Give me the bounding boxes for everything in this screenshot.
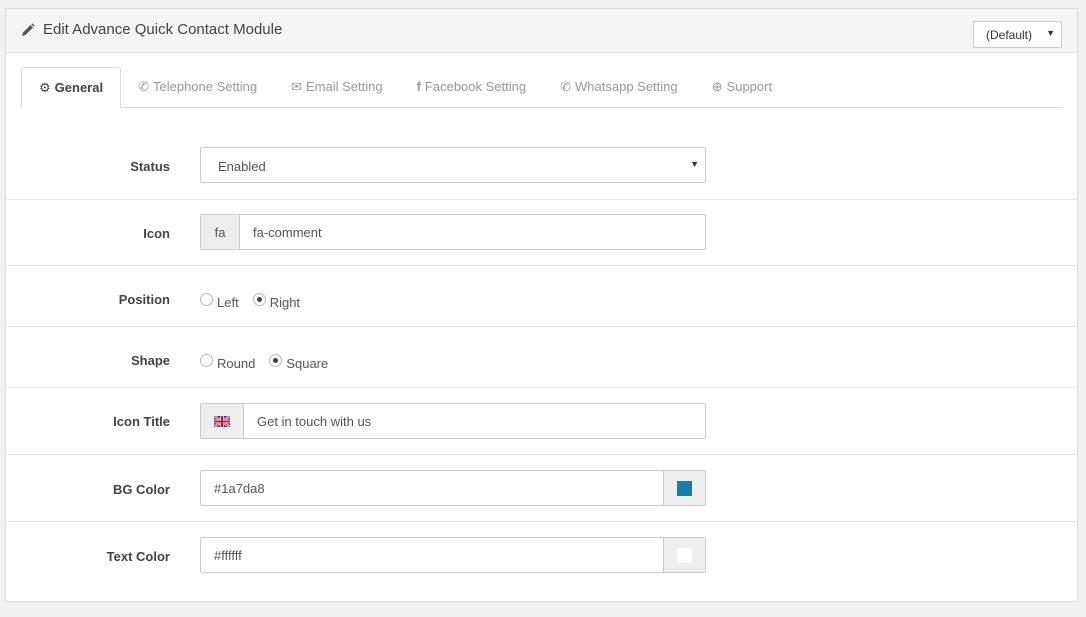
pencil-icon [22,22,35,36]
icon-input-group: fa fa-comment [200,214,706,250]
tab-telephone-setting[interactable]: ✆ Telephone Setting [121,67,274,107]
chevron-down-icon: ▼ [1046,28,1055,38]
bg-color-input[interactable]: #1a7da8 [214,481,265,496]
chevron-down-icon: ▼ [690,159,699,169]
language-flag-addon [201,404,244,438]
tab-general[interactable]: ⚙ General [21,67,122,108]
position-left-radio[interactable] [200,293,213,306]
position-right-label: Right [269,295,301,310]
position-label: Position [118,292,170,307]
shape-round-radio[interactable] [200,354,213,367]
envelope-icon: ✉ [291,79,302,94]
bg-color-label: BG Color [112,482,170,497]
text-color-label: Text Color [106,549,170,564]
tab-bar: ⚙ General ✆ Telephone Setting ✉ Email Setti… [21,67,1063,108]
form-row-position: Position Left Right [6,265,1077,327]
tab-whatsapp-setting[interactable]: ✆ Whatsapp Setting [543,67,695,107]
bg-color-swatch [677,481,692,496]
icon-input[interactable]: fa-comment [253,225,322,240]
tab-label: Whatsapp Setting [575,79,678,94]
form-row-status: Status Enabled ▼ [6,133,1077,200]
status-select[interactable]: Enabled ▼ [200,147,706,183]
tab-label: Support [726,79,773,94]
lifebuoy-icon: ⊕ [711,79,723,94]
phone-icon: ✆ [138,79,149,94]
status-select-value: Enabled [218,159,266,174]
tab-label: Telephone Setting [152,79,258,94]
gear-icon: ⚙ [39,80,51,95]
form-row-bg-color: BG Color #1a7da8 [6,454,1077,522]
bg-color-picker[interactable] [663,471,705,505]
text-color-swatch [677,548,692,563]
icon-prefix-addon: fa [201,215,240,249]
bg-color-input-group: #1a7da8 [200,470,706,506]
shape-label: Shape [130,353,170,368]
facebook-icon: f [416,79,421,94]
status-label: Status [130,159,170,174]
text-color-input-group: #ffffff [200,537,706,573]
tab-support[interactable]: ⊕ Support [695,67,789,107]
store-select-value: (Default) [986,28,1033,42]
shape-round-label: Round [217,356,256,371]
position-left-label: Left [217,295,239,310]
shape-square-label: Square [286,356,329,371]
position-radio-group: Left Right [200,292,314,310]
module-panel: Edit Advance Quick Contact Module (Defau… [5,8,1078,602]
shape-radio-group: Round Square [200,353,342,371]
tab-facebook-setting[interactable]: f Facebook Setting [400,67,544,107]
tab-email-setting[interactable]: ✉ Email Setting [274,67,400,107]
text-color-input[interactable]: #ffffff [214,548,242,563]
page-title: Edit Advance Quick Contact Module [21,21,282,38]
icon-title-label: Icon Title [113,414,170,429]
icon-title-input-group: Get in touch with us [200,403,706,439]
text-color-picker[interactable] [663,538,705,572]
form-row-icon-title: Icon Title Get in touch with us [6,387,1077,455]
panel-heading: Edit Advance Quick Contact Module (Defau… [6,9,1077,53]
tab-label: General [54,80,104,95]
form-row-icon: Icon fa fa-comment [6,199,1077,266]
icon-label: Icon [143,226,170,241]
form-row-shape: Shape Round Square [6,326,1077,388]
store-select[interactable]: (Default) ▼ [973,21,1062,48]
tab-label: Facebook Setting [424,79,527,94]
tab-label: Email Setting [305,79,383,94]
position-right-radio[interactable] [252,293,266,306]
page-title-text: Edit Advance Quick Contact Module [43,21,283,38]
icon-prefix: fa [214,225,226,240]
form-row-text-color: Text Color #ffffff [6,521,1077,588]
icon-title-input[interactable]: Get in touch with us [257,414,371,429]
uk-flag-icon [214,416,230,427]
whatsapp-icon: ✆ [560,79,572,94]
shape-square-radio[interactable] [269,354,283,367]
